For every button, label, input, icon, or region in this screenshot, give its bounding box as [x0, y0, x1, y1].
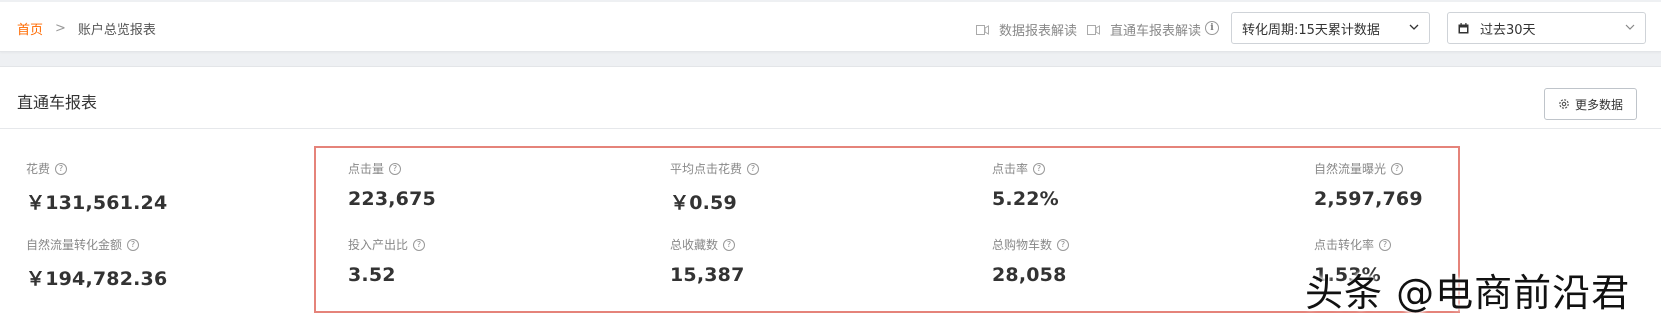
metric-avg-cpc: 平均点击花费? ￥0.59 [670, 160, 950, 215]
data-report-guide-label: 数据报表解读 [999, 24, 1078, 39]
breadcrumb-home-link[interactable]: 首页 [17, 19, 43, 38]
help-icon[interactable]: ? [1391, 162, 1404, 175]
metric-label: 平均点击花费 [670, 162, 743, 176]
metric-value: ￥131,561.24 [26, 192, 168, 214]
more-data-label: 更多数据 [1574, 97, 1623, 112]
conversion-period-value: 转化周期:15天累计数据 [1242, 22, 1380, 38]
metric-label: 点击率 [992, 162, 1029, 176]
metric-total-cart: 总购物车数? 28,058 [992, 236, 1272, 286]
metric-value: ￥0.59 [670, 192, 737, 214]
metric-total-favorites: 总收藏数? 15,387 [670, 236, 950, 286]
metric-label: 投入产出比 [348, 238, 409, 252]
ztc-report-guide-link[interactable]: 直通车报表解读 [1087, 20, 1201, 39]
video-icon [1087, 24, 1100, 35]
video-icon [976, 24, 989, 35]
metric-ctr: 点击率? 5.22% [992, 160, 1272, 210]
help-icon[interactable]: ? [389, 162, 402, 175]
calendar-icon [1458, 22, 1469, 33]
help-icon[interactable]: ? [413, 238, 426, 251]
breadcrumb: 首页 > 账户总览报表 [17, 19, 156, 38]
metric-label: 点击量 [348, 162, 385, 176]
date-range-value: 过去30天 [1480, 22, 1536, 38]
metric-label: 花费 [26, 162, 51, 176]
metric-clicks: 点击量? 223,675 [348, 160, 628, 210]
top-bar: 首页 > 账户总览报表 数据报表解读 直通车报表解读 i 转化周期:15天累计数… [0, 2, 1661, 52]
metric-label: 自然流量转化金额 [26, 238, 123, 252]
panel-divider [0, 128, 1661, 129]
metric-value: 5.22% [992, 188, 1059, 210]
metric-roi: 投入产出比? 3.52 [348, 236, 628, 286]
metric-value: 15,387 [670, 264, 745, 286]
chevron-down-icon [1409, 24, 1419, 30]
watermark: 头条 @电商前沿君 [1305, 271, 1631, 315]
info-icon[interactable]: i [1205, 21, 1219, 35]
more-data-button[interactable]: 更多数据 [1544, 88, 1637, 120]
metric-cost: 花费? ￥131,561.24 [26, 160, 306, 215]
help-icon[interactable]: ? [127, 238, 140, 251]
gear-icon [1559, 99, 1569, 109]
metric-label: 总收藏数 [670, 238, 719, 252]
metric-value: ￥194,782.36 [26, 268, 168, 290]
metric-label: 总购物车数 [992, 238, 1053, 252]
data-report-guide-link[interactable]: 数据报表解读 [976, 20, 1077, 39]
date-range-select[interactable]: 过去30天 [1447, 12, 1646, 44]
ztc-report-guide-label: 直通车报表解读 [1110, 24, 1202, 39]
chevron-down-icon [1625, 24, 1635, 30]
metric-value: 28,058 [992, 264, 1067, 286]
metric-value: 223,675 [348, 188, 436, 210]
panel-title: 直通车报表 [17, 93, 98, 112]
metric-organic-impressions: 自然流量曝光? 2,597,769 [1314, 160, 1594, 210]
metric-label: 点击转化率 [1314, 238, 1375, 252]
help-icon[interactable]: ? [747, 162, 760, 175]
breadcrumb-current: 账户总览报表 [77, 23, 156, 38]
help-icon[interactable]: ? [1033, 162, 1046, 175]
conversion-period-select[interactable]: 转化周期:15天累计数据 [1231, 12, 1430, 44]
help-icon[interactable]: ? [1379, 238, 1392, 251]
help-icon[interactable]: ? [723, 238, 736, 251]
breadcrumb-separator: > [55, 21, 66, 36]
metric-value: 3.52 [348, 264, 396, 286]
help-icon[interactable]: ? [1057, 238, 1070, 251]
metric-organic-conversion-amount: 自然流量转化金额? ￥194,782.36 [26, 236, 306, 291]
help-icon[interactable]: ? [55, 162, 68, 175]
metric-label: 自然流量曝光 [1314, 162, 1387, 176]
metric-value: 2,597,769 [1314, 188, 1423, 210]
